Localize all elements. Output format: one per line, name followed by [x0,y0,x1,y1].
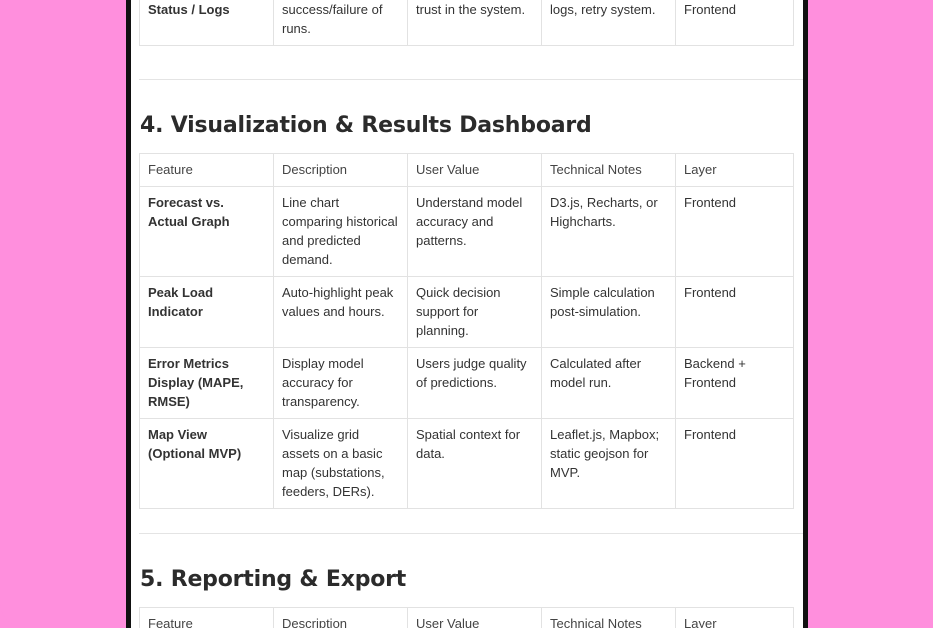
cell-layer: Frontend [675,418,794,509]
cell-description: Display model accuracy for transparency. [273,347,408,419]
cell-technical-notes: D3.js, Recharts, or Highcharts. [541,186,676,277]
section-divider [139,79,803,80]
header-technical-notes: Technical Notes [541,607,676,628]
header-layer: Layer [675,153,794,187]
cell-technical-notes: Job ID, timestamp, logs, retry system. [541,0,676,46]
cell-feature: Simulation Job Status / Logs [139,0,274,46]
cell-layer: Frontend [675,186,794,277]
cell-description: Line chart comparing historical and pred… [273,186,408,277]
cell-user-value: Spatial context for data. [407,418,542,509]
table-row: Peak Load Indicator Auto-highlight peak … [139,276,794,348]
cell-user-value: Users judge quality of predictions. [407,347,542,419]
table-row: Simulation Job Status / Logs Monitor pro… [139,0,794,46]
table-header-row: Feature Description User Value Technical… [139,153,794,187]
table-row: Map View (Optional MVP) Visualize grid a… [139,418,794,509]
cell-user-value: Quick decision support for planning. [407,276,542,348]
cell-user-value: Understand model accuracy and patterns. [407,186,542,277]
cell-description: Visualize grid assets on a basic map (su… [273,418,408,509]
header-layer: Layer [675,607,794,628]
section5-table: Feature Description User Value Technical… [139,607,794,628]
header-description: Description [273,607,408,628]
header-description: Description [273,153,408,187]
table-header-row: Feature Description User Value Technical… [139,607,794,628]
cell-technical-notes: Leaflet.js, Mapbox; static geojson for M… [541,418,676,509]
cell-feature: Forecast vs. Actual Graph [139,186,274,277]
cell-layer: Frontend [675,276,794,348]
section4-heading: 4. Visualization & Results Dashboard [140,113,592,138]
table-row: Forecast vs. Actual Graph Line chart com… [139,186,794,277]
header-user-value: User Value [407,607,542,628]
header-user-value: User Value [407,153,542,187]
section3-table: Simulation Job Status / Logs Monitor pro… [139,0,794,46]
window-right-edge [803,0,808,628]
cell-technical-notes: Calculated after model run. [541,347,676,419]
cell-user-value: transparency and trust in the system. [407,0,542,46]
section-divider [139,533,803,534]
cell-feature: Error Metrics Display (MAPE, RMSE) [139,347,274,419]
cell-layer: Backend + Frontend [675,0,794,46]
cell-feature: Map View (Optional MVP) [139,418,274,509]
cell-technical-notes: Simple calculation post-simulation. [541,276,676,348]
cell-feature: Peak Load Indicator [139,276,274,348]
section4-table: Feature Description User Value Technical… [139,153,794,509]
section5-heading: 5. Reporting & Export [140,567,407,592]
cell-description: Monitor progress, success/failure of run… [273,0,408,46]
header-feature: Feature [139,153,274,187]
cell-layer: Backend + Frontend [675,347,794,419]
table-row: Error Metrics Display (MAPE, RMSE) Displ… [139,347,794,419]
header-feature: Feature [139,607,274,628]
header-technical-notes: Technical Notes [541,153,676,187]
document-page[interactable]: Simulation Job Status / Logs Monitor pro… [131,0,803,628]
cell-description: Auto-highlight peak values and hours. [273,276,408,348]
